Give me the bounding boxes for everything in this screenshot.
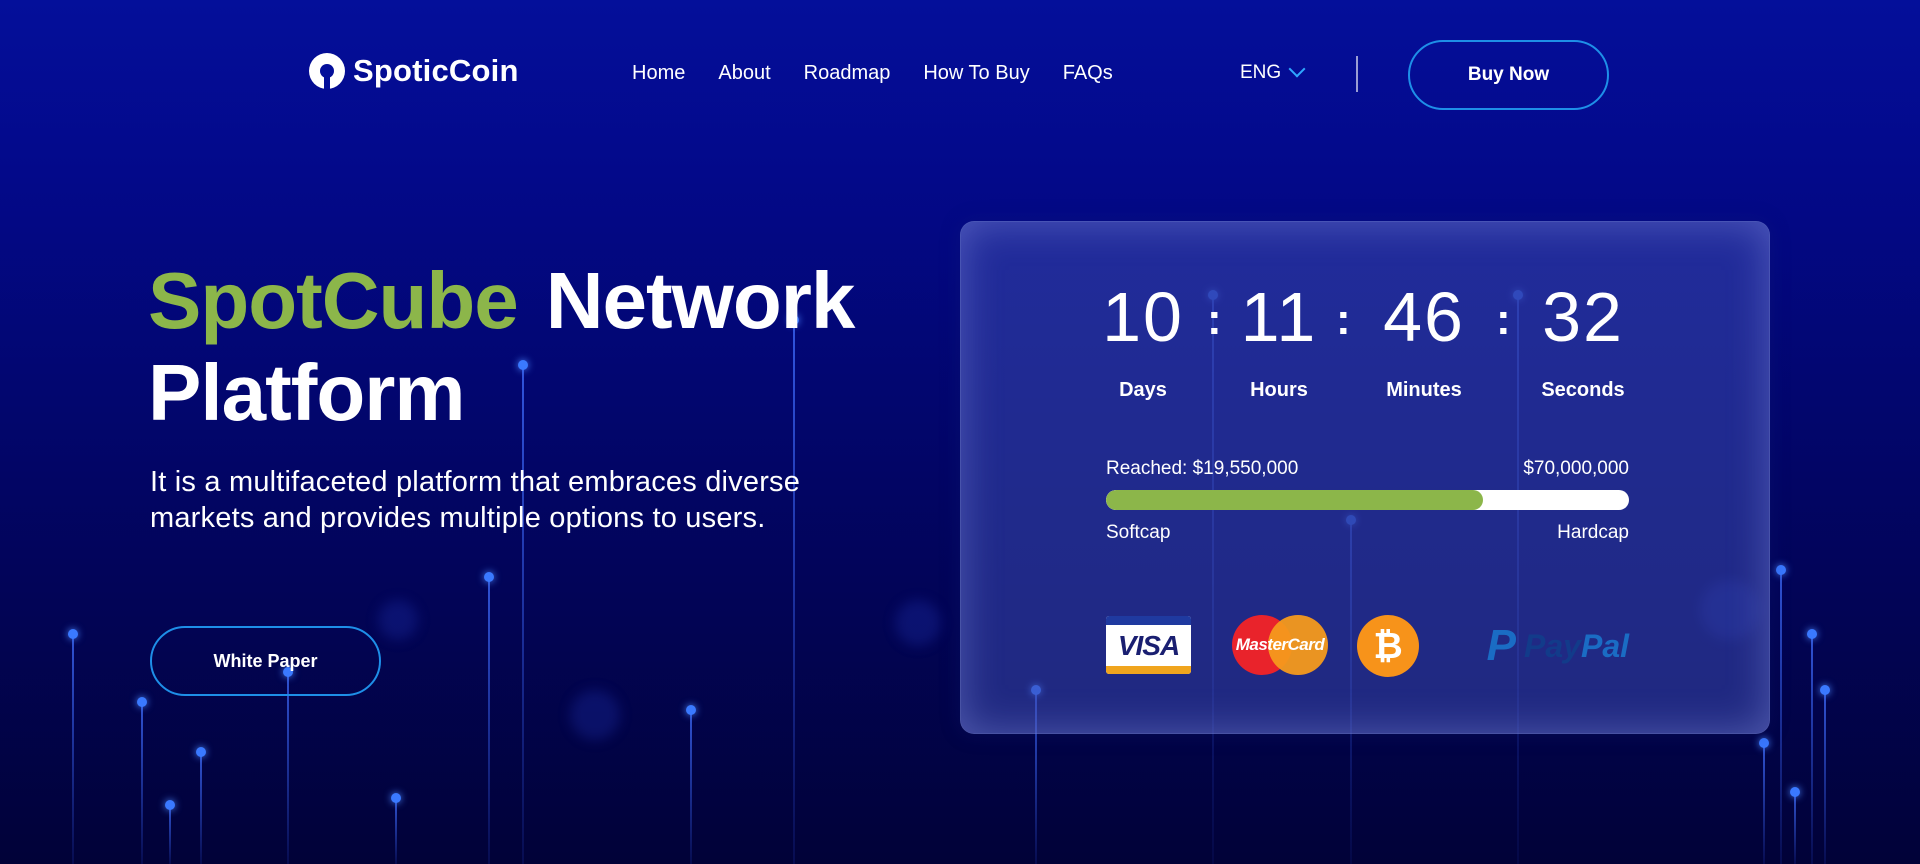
- paypal-icon: P PayPal: [1459, 621, 1629, 671]
- header-divider: [1356, 56, 1358, 92]
- payment-methods: VISA MasterCard ₿ P PayPal: [1106, 607, 1629, 677]
- token-sale-card: 10 Days : 11 Hours : 46 Minutes : 32 Sec…: [960, 221, 1770, 734]
- hero-description: It is a multifaceted platform that embra…: [150, 466, 801, 534]
- coin-logo-icon: [309, 53, 345, 89]
- mastercard-icon: MasterCard: [1232, 615, 1328, 675]
- countdown-separator: :: [1496, 295, 1511, 344]
- countdown-minutes-label: Minutes: [1386, 379, 1462, 401]
- countdown-hours-label: Hours: [1250, 379, 1308, 401]
- bitcoin-symbol: ₿: [1373, 625, 1403, 666]
- white-paper-button[interactable]: White Paper: [150, 626, 381, 696]
- nav-item-faqs[interactable]: FAQs: [1063, 62, 1113, 85]
- hero-title: SpotCube Network Platform: [148, 255, 868, 439]
- countdown-days-label: Days: [1119, 379, 1167, 401]
- paypal-word-pay: Pay: [1524, 627, 1581, 664]
- hero-title-accent: SpotCube: [148, 256, 519, 345]
- language-selector[interactable]: ENG: [1240, 60, 1306, 84]
- countdown-hours: 11 Hours: [1224, 277, 1334, 402]
- countdown-separator: :: [1207, 295, 1222, 344]
- countdown-seconds-label: Seconds: [1541, 379, 1625, 401]
- fundraising-progress-bar: [1106, 490, 1629, 510]
- countdown-separator: :: [1336, 295, 1351, 344]
- countdown-seconds: 32 Seconds: [1528, 277, 1638, 402]
- nav-item-home[interactable]: Home: [632, 62, 685, 85]
- fundraising-progress-fill: [1106, 490, 1483, 510]
- countdown-days: 10 Days: [1088, 277, 1198, 402]
- chevron-down-icon: [1288, 60, 1306, 78]
- language-selected: ENG: [1240, 62, 1282, 83]
- visa-text: VISA: [1117, 629, 1180, 661]
- main-nav: Home About Roadmap How To Buy FAQs: [632, 62, 1113, 85]
- nav-item-roadmap[interactable]: Roadmap: [804, 62, 891, 85]
- countdown-minutes: 46 Minutes: [1369, 277, 1479, 402]
- brand-name: SpoticCoin: [353, 53, 519, 88]
- site-header: SpoticCoin Home About Roadmap How To Buy…: [0, 0, 1920, 150]
- reached-amount: Reached: $19,550,000: [1106, 458, 1299, 479]
- nav-item-about[interactable]: About: [718, 62, 770, 85]
- bitcoin-icon: ₿: [1357, 615, 1419, 677]
- countdown-timer: 10 Days : 11 Hours : 46 Minutes : 32 Sec…: [1102, 277, 1628, 407]
- paypal-word-pal: Pal: [1580, 627, 1629, 664]
- paypal-mark: P: [1486, 621, 1517, 670]
- countdown-days-value: 10: [1102, 278, 1184, 356]
- countdown-seconds-value: 32: [1542, 278, 1624, 356]
- buy-now-button[interactable]: Buy Now: [1408, 40, 1609, 110]
- countdown-hours-value: 11: [1240, 278, 1318, 356]
- visa-icon: VISA: [1106, 616, 1191, 674]
- paypal-wordmark: PayPal: [1524, 628, 1629, 665]
- brand-logo[interactable]: SpoticCoin: [309, 53, 519, 89]
- mastercard-text: MasterCard: [1235, 635, 1325, 654]
- countdown-minutes-value: 46: [1383, 278, 1465, 356]
- nav-item-how-to-buy[interactable]: How To Buy: [923, 62, 1029, 85]
- target-amount: $70,000,000: [1523, 458, 1629, 479]
- softcap-label: Softcap: [1106, 522, 1171, 543]
- hardcap-label: Hardcap: [1557, 522, 1629, 543]
